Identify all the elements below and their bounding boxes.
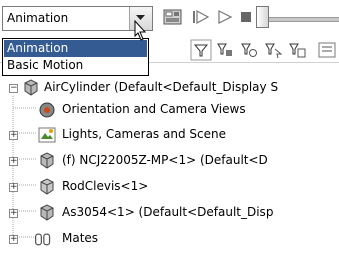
expand-toggle-icon[interactable]: +	[9, 157, 18, 166]
part-icon	[40, 178, 54, 195]
tree-item-ncj[interactable]: + (f) NCJ22005Z-MP<1> (Default<D	[0, 151, 339, 172]
tree-root-label: AirCylinder (Default<Default_Display S	[44, 80, 279, 94]
tree-item-label: RodClevis<1>	[62, 179, 149, 193]
study-type-dropdown-list: Animation Basic Motion	[2, 38, 149, 76]
subassembly-icon	[40, 204, 54, 221]
mouse-cursor-icon	[134, 20, 147, 41]
tree-item-orientation[interactable]: Orientation and Camera Views	[0, 100, 339, 121]
tree-item-label: Mates	[62, 231, 99, 245]
tree-item-label: Orientation and Camera Views	[62, 102, 246, 116]
subassembly-icon	[40, 152, 54, 169]
dropdown-option-basic-motion[interactable]: Basic Motion	[4, 57, 147, 74]
expand-toggle-icon[interactable]: +	[9, 235, 18, 244]
camera-views-icon	[39, 102, 55, 118]
expand-toggle-icon[interactable]: +	[9, 209, 18, 218]
lights-scene-icon	[38, 127, 56, 143]
tree-item-rodclevis[interactable]: + RodClevis<1>	[0, 177, 339, 198]
tree-item-as3054[interactable]: + As3054<1> (Default<Default_Disp	[0, 203, 339, 224]
dropdown-option-animation[interactable]: Animation	[4, 40, 147, 57]
tree-item-label: (f) NCJ22005Z-MP<1> (Default<D	[62, 153, 268, 167]
tree-item-label: As3054<1> (Default<Default_Disp	[62, 205, 274, 219]
tree-item-label: Lights, Cameras and Scene	[62, 127, 226, 141]
tree-item-lights[interactable]: + Lights, Cameras and Scene	[0, 125, 339, 146]
assembly-icon	[24, 79, 38, 96]
expand-toggle-icon[interactable]: +	[9, 131, 18, 140]
tree-item-mates[interactable]: + Mates	[0, 229, 339, 250]
tree-root-row[interactable]: − AirCylinder (Default<Default_Display S	[0, 78, 339, 99]
collapse-toggle-icon[interactable]: −	[9, 84, 18, 93]
mates-icon	[35, 233, 51, 246]
expand-toggle-icon[interactable]: +	[9, 183, 18, 192]
